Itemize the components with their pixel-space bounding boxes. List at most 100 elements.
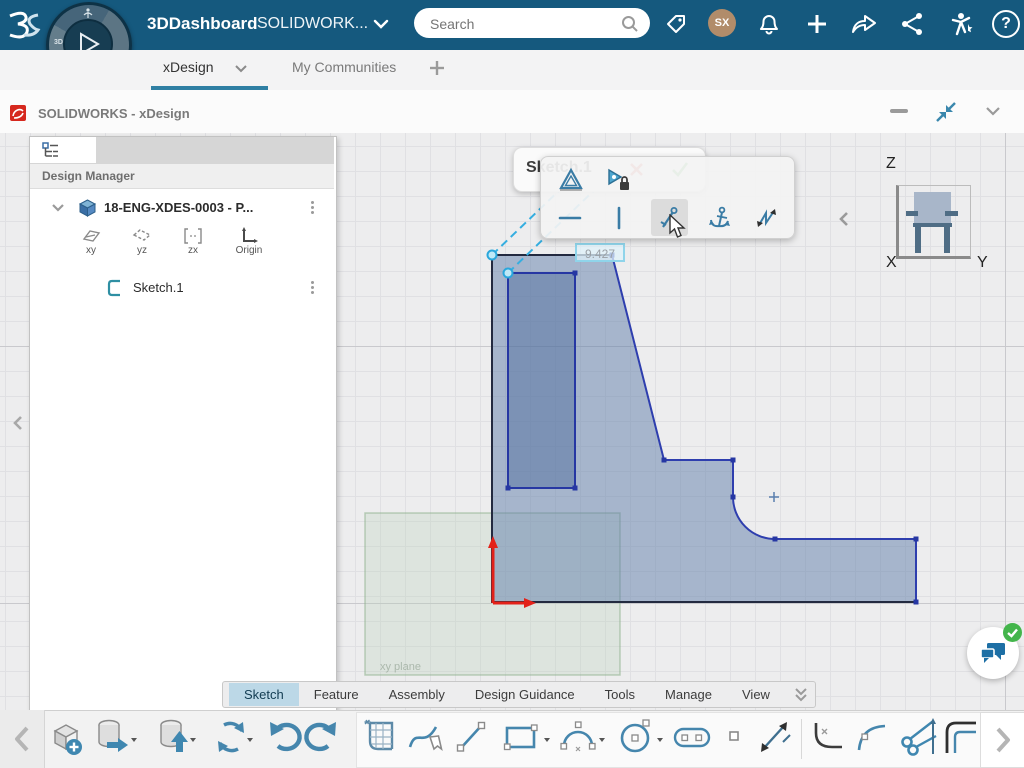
panel-tab-strip bbox=[30, 137, 334, 165]
toolbar-separator-1 bbox=[801, 719, 802, 759]
viewcube-figure-leg-right bbox=[944, 227, 950, 253]
rectangle-icon[interactable] bbox=[502, 720, 540, 754]
tab-assembly[interactable]: Assembly bbox=[374, 683, 460, 706]
search-input[interactable] bbox=[428, 12, 617, 36]
application-window: 3D V+R 3DDashboard SOLIDWORK... SX bbox=[0, 0, 1024, 768]
save-export-db-icon[interactable] bbox=[93, 716, 129, 758]
slot-icon[interactable] bbox=[672, 722, 712, 752]
plane-item-yz[interactable]: yz bbox=[127, 225, 157, 269]
ribbon-collapse-double-chevron-icon[interactable] bbox=[791, 685, 811, 705]
origin-item[interactable]: Origin bbox=[226, 225, 272, 269]
viewcube-figure-arm-left bbox=[906, 211, 918, 216]
plane-item-xy[interactable]: xy bbox=[76, 225, 106, 269]
tab-tools[interactable]: Tools bbox=[590, 683, 650, 706]
dimension-value-box[interactable]: 9.427 bbox=[575, 243, 625, 262]
sketch-kebab-menu-icon[interactable] bbox=[311, 281, 314, 284]
horizontal-constraint-button[interactable] bbox=[551, 199, 588, 236]
tab-view[interactable]: View bbox=[727, 683, 785, 706]
anchor-fix-button[interactable] bbox=[700, 199, 737, 236]
point-icon[interactable] bbox=[726, 728, 742, 744]
bell-icon[interactable] bbox=[756, 11, 782, 37]
new-part-icon[interactable] bbox=[48, 718, 84, 758]
tab-my-communities[interactable]: My Communities bbox=[292, 59, 396, 75]
offset-icon[interactable] bbox=[942, 717, 982, 759]
save-import-db-icon[interactable] bbox=[155, 716, 191, 758]
tag-icon[interactable] bbox=[664, 12, 688, 36]
search-icon[interactable] bbox=[620, 14, 640, 34]
panel-tab-design-manager[interactable] bbox=[30, 137, 96, 163]
fillet-corner-icon[interactable] bbox=[808, 717, 848, 757]
freehand-sketch-icon[interactable] bbox=[406, 717, 446, 757]
chevron-down-icon[interactable] bbox=[372, 18, 390, 30]
tab-design-guidance[interactable]: Design Guidance bbox=[460, 683, 590, 706]
auto-constraint-button[interactable] bbox=[552, 161, 589, 198]
tree-root-row[interactable]: 18-ENG-XDES-0003 - P... bbox=[30, 195, 334, 221]
spline-curve-icon[interactable] bbox=[852, 717, 892, 757]
tree-sketch-label[interactable]: Sketch.1 bbox=[133, 280, 184, 295]
rectangle-caret[interactable] bbox=[544, 738, 550, 742]
selected-point-2[interactable] bbox=[504, 269, 513, 278]
toolbar-back-button[interactable] bbox=[0, 710, 45, 768]
undo-icon[interactable] bbox=[266, 720, 304, 756]
tab-sketch[interactable]: Sketch bbox=[229, 683, 299, 706]
window-collapse-chevron-icon[interactable] bbox=[984, 105, 1002, 117]
sketch-inner-rect[interactable] bbox=[508, 273, 575, 488]
viewcube-collapse-chevron-icon[interactable] bbox=[836, 210, 852, 228]
viewcube-figure-leg-left bbox=[915, 227, 921, 253]
topbar-title-app[interactable]: SOLIDWORK... bbox=[257, 15, 368, 33]
dimension-button[interactable] bbox=[748, 199, 785, 236]
compass-label-3d: 3D bbox=[54, 39, 63, 46]
tree-expand-chevron-icon[interactable] bbox=[50, 202, 66, 214]
selected-point-1[interactable] bbox=[488, 251, 497, 260]
constraint-flag-lock-icon bbox=[605, 167, 633, 193]
horizontal-constraint-icon bbox=[557, 205, 583, 231]
tab-feature[interactable]: Feature bbox=[299, 683, 374, 706]
toolbar-forward-button[interactable] bbox=[980, 712, 1024, 768]
chat-button[interactable] bbox=[967, 627, 1019, 679]
save-export-caret[interactable] bbox=[131, 738, 137, 742]
tree-sketch-row[interactable]: Sketch.1 bbox=[30, 275, 334, 301]
part-cube-icon bbox=[78, 198, 97, 217]
vertical-constraint-button[interactable] bbox=[600, 199, 637, 236]
avatar-initials: SX bbox=[715, 17, 730, 29]
circle-caret[interactable] bbox=[657, 738, 663, 742]
save-import-caret[interactable] bbox=[190, 738, 196, 742]
trim-scissors-icon[interactable] bbox=[898, 716, 940, 758]
tree-planes-row: xy yz zx Origin bbox=[30, 225, 334, 269]
avatar[interactable]: SX bbox=[708, 9, 736, 37]
add-tab-icon[interactable] bbox=[428, 59, 446, 77]
smart-dimension-icon[interactable] bbox=[756, 716, 794, 758]
restore-icon[interactable] bbox=[934, 100, 958, 124]
plane-item-zx[interactable]: zx bbox=[178, 225, 208, 269]
minimize-button[interactable] bbox=[890, 109, 908, 113]
viewcube-figure-arm-right bbox=[945, 211, 958, 216]
antenna-icon bbox=[82, 7, 94, 19]
anchor-fix-constraint-icon bbox=[706, 205, 732, 231]
brand-3ds-logo-svg bbox=[4, 8, 44, 42]
tree-root-label[interactable]: 18-ENG-XDES-0003 - P... bbox=[104, 200, 253, 215]
tab-xdesign-chevron-icon[interactable] bbox=[233, 63, 249, 74]
arc-icon[interactable] bbox=[558, 718, 598, 756]
share-arrow-icon[interactable] bbox=[850, 11, 878, 37]
tab-manage[interactable]: Manage bbox=[650, 683, 727, 706]
arc-caret[interactable] bbox=[599, 738, 605, 742]
refresh-sync-icon[interactable] bbox=[212, 717, 250, 757]
viewcube-frame[interactable] bbox=[896, 185, 971, 259]
redo-icon[interactable] bbox=[302, 720, 340, 756]
arc-center-marker[interactable] bbox=[769, 492, 779, 502]
sketch-grid-icon[interactable] bbox=[360, 717, 398, 757]
help-icon[interactable]: ? bbox=[992, 10, 1020, 38]
constraint-lock-button[interactable] bbox=[600, 161, 637, 198]
panel-collapse-chevron-icon[interactable] bbox=[10, 413, 26, 433]
add-icon[interactable] bbox=[804, 11, 830, 37]
circle-icon[interactable] bbox=[616, 716, 656, 758]
tabs-row bbox=[0, 50, 1024, 91]
refresh-sync-caret[interactable] bbox=[247, 738, 253, 742]
root-kebab-menu-icon[interactable] bbox=[311, 201, 314, 204]
line-icon[interactable] bbox=[454, 718, 488, 756]
dimension-zigzag-icon bbox=[754, 205, 780, 231]
share-network-icon[interactable] bbox=[899, 11, 925, 37]
community-person-icon[interactable] bbox=[946, 10, 974, 38]
tab-xdesign[interactable]: xDesign bbox=[163, 59, 214, 75]
brand-3ds-logo[interactable] bbox=[4, 8, 44, 42]
